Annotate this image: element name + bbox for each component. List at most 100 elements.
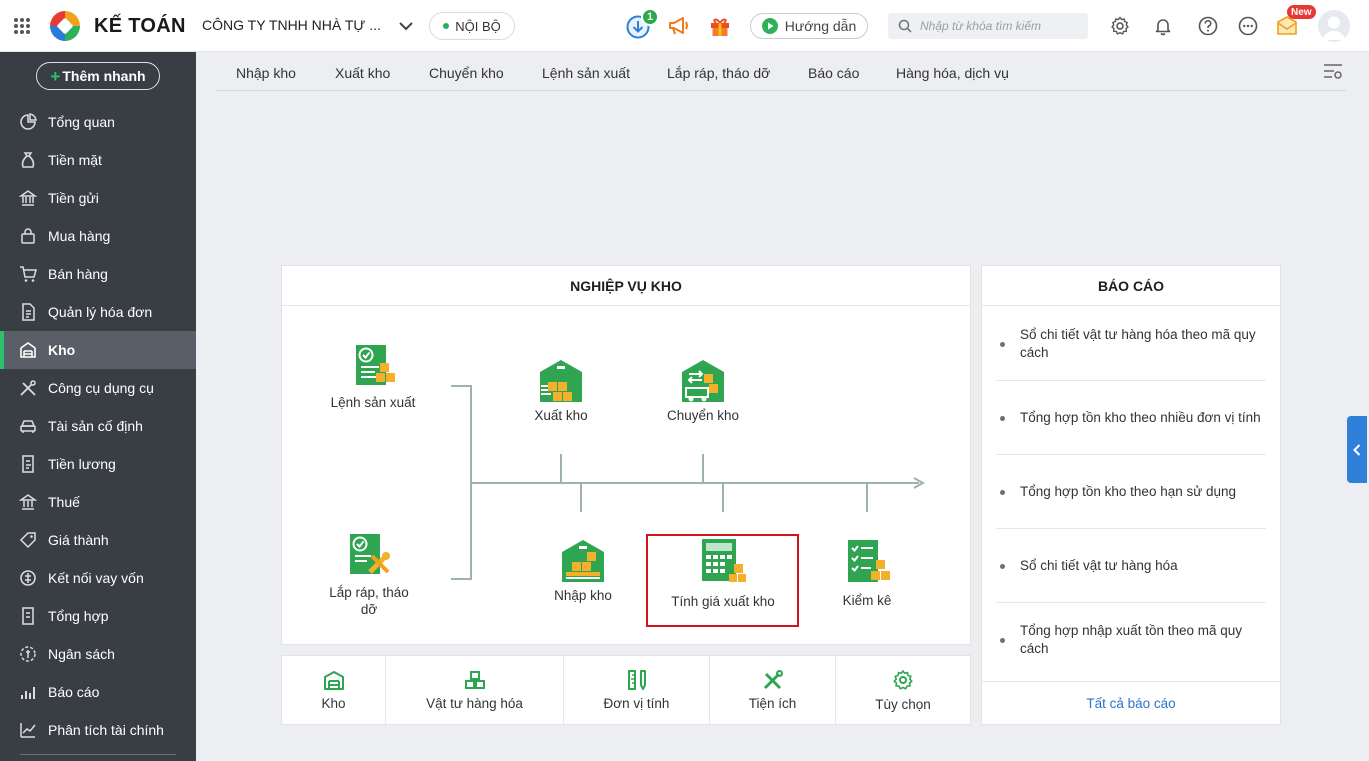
operations-title: NGHIỆP VỤ KHO (282, 266, 970, 306)
report-link[interactable]: Sổ chi tiết vật tư hàng hóa theo mã quy … (996, 307, 1266, 381)
avatar[interactable] (1318, 10, 1350, 42)
warehouse-transfer-icon (682, 360, 724, 402)
tab-bao-cao[interactable]: Báo cáo (808, 65, 859, 81)
shortcut-utilities[interactable]: Tiện ích (710, 656, 836, 724)
brand-name: KẾ TOÁN (94, 15, 186, 37)
sidebar-item[interactable]: Tổng quan (0, 103, 196, 141)
shortcuts-panel: Kho Vật tư hàng hóa Đơn vị tính Tiện ích… (281, 655, 971, 725)
flow-line (471, 482, 919, 484)
tab-settings-icon[interactable] (1323, 62, 1345, 82)
scope-label: NỘI BỘ (455, 18, 501, 34)
company-name[interactable]: CÔNG TY TNHH NHÀ TỰ ... (202, 17, 381, 33)
sidebar-item[interactable]: Mua hàng (0, 217, 196, 255)
report-link[interactable]: Sổ chi tiết vật tư hàng hóa (996, 529, 1266, 603)
sidebar-item[interactable]: Kho (0, 331, 196, 369)
sidebar-item-label: Tổng quan (48, 114, 115, 130)
tab-chuyen-kho[interactable]: Chuyển kho (429, 65, 504, 81)
sidebar-item[interactable]: Giá thành (0, 521, 196, 559)
sidebar-item-label: Quản lý hóa đơn (48, 304, 153, 320)
more-options-icon[interactable] (1237, 15, 1259, 37)
logo-icon[interactable] (48, 9, 82, 43)
sidebar-item[interactable]: Ngân sách (0, 635, 196, 673)
quick-add-label: Thêm nhanh (62, 68, 146, 84)
shortcut-materials[interactable]: Vật tư hàng hóa (386, 656, 564, 724)
reports-title: BÁO CÁO (982, 266, 1280, 306)
assembly-operation[interactable]: Lắp ráp, tháo dỡ (320, 532, 418, 618)
price-tag-icon (18, 530, 38, 550)
report-link[interactable]: Tổng hợp tồn kho theo hạn sử dụng (996, 455, 1266, 529)
sidebar-item-label: Giá thành (48, 532, 109, 548)
production-order-label: Lệnh sản xuất (330, 395, 416, 410)
transfer-operation[interactable]: Chuyển kho (660, 358, 746, 423)
report-link[interactable]: Tổng hợp tồn kho theo nhiều đơn vị tính (996, 381, 1266, 455)
inventory-check-label: Kiểm kê (842, 593, 892, 608)
gear-icon (893, 669, 913, 690)
inventory-check-operation[interactable]: Kiểm kê (830, 538, 904, 608)
quick-add-button[interactable]: + Thêm nhanh (36, 62, 160, 90)
sidebar-item[interactable]: Thuế (0, 483, 196, 521)
shortcut-options[interactable]: Tùy chọn (836, 656, 970, 724)
sidebar: + Thêm nhanh Tổng quan Tiền mặt Tiền gửi Mu… (0, 52, 196, 761)
sidebar-item-label: Tổng hợp (48, 608, 109, 624)
megaphone-icon[interactable] (666, 14, 692, 38)
search-box[interactable] (888, 13, 1088, 39)
shortcut-units[interactable]: Đơn vị tính (564, 656, 710, 724)
sidebar-item[interactable]: Tiền mặt (0, 141, 196, 179)
tools-icon (18, 378, 38, 398)
payroll-icon (18, 454, 38, 474)
production-order-operation[interactable]: Lệnh sản xuất (323, 343, 423, 410)
flow-line (451, 578, 471, 580)
guide-button[interactable]: Hướng dẫn (750, 13, 868, 39)
bell-icon[interactable] (1152, 15, 1174, 37)
search-input[interactable] (920, 19, 1080, 33)
sidebar-item[interactable]: Tổng hợp (0, 597, 196, 635)
sidebar-item-label: Báo cáo (48, 684, 100, 700)
ruler-icon (627, 669, 646, 690)
shortcut-warehouse[interactable]: Kho (282, 656, 386, 724)
tab-lenh-san-xuat[interactable]: Lệnh sản xuất (542, 65, 630, 81)
sidebar-item[interactable]: Bán hàng (0, 255, 196, 293)
plus-icon: + (50, 66, 61, 86)
gift-icon[interactable] (707, 13, 733, 39)
tab-hang-hoa[interactable]: Hàng hóa, dịch vụ (896, 65, 1009, 81)
sidebar-item[interactable]: Phân tích tài chính (0, 711, 196, 749)
sidebar-item[interactable]: Báo cáo (0, 673, 196, 711)
export-operation[interactable]: Xuất kho (520, 358, 602, 423)
sidebar-item-label: Tài sản cố định (48, 418, 143, 434)
warehouse-import-icon (562, 540, 604, 582)
search-icon (898, 19, 912, 33)
sidebar-item[interactable]: Tiền lương (0, 445, 196, 483)
gear-icon[interactable] (1109, 15, 1131, 37)
sidebar-item[interactable]: Công cụ dụng cụ (0, 369, 196, 407)
collapse-panel-button[interactable] (1347, 416, 1367, 483)
help-icon[interactable] (1197, 15, 1219, 37)
app-grid-icon[interactable] (12, 16, 32, 36)
flow-line (702, 454, 704, 483)
analysis-icon (18, 720, 38, 740)
scope-selector[interactable]: NỘI BỘ (429, 12, 515, 40)
flow-line (451, 385, 471, 387)
assembly-label: Lắp ráp, tháo dỡ (329, 585, 409, 617)
cart-icon (18, 264, 38, 284)
tab-lap-rap[interactable]: Lắp ráp, tháo dỡ (667, 65, 770, 81)
sidebar-item[interactable]: Kết nối vay vốn (0, 559, 196, 597)
tax-icon (18, 492, 38, 512)
transfer-label: Chuyển kho (666, 408, 740, 423)
sidebar-item-label: Công cụ dụng cụ (48, 380, 154, 396)
import-operation[interactable]: Nhập kho (543, 538, 623, 603)
all-reports-link[interactable]: Tất cả báo cáo (982, 681, 1280, 725)
sidebar-nav: Tổng quan Tiền mặt Tiền gửi Mua hàng Bán hàn… (0, 103, 196, 749)
top-bar: KẾ TOÁN CÔNG TY TNHH NHÀ TỰ ... NỘI BỘ 1 (0, 0, 1369, 52)
chevron-left-icon (1353, 443, 1361, 456)
sidebar-item[interactable]: Quản lý hóa đơn (0, 293, 196, 331)
tab-xuat-kho[interactable]: Xuất kho (335, 65, 390, 81)
report-link[interactable]: Tổng hợp nhập xuất tồn theo mã quy cách (996, 603, 1266, 677)
shortcut-label: Đơn vị tính (603, 695, 670, 711)
production-order-icon (356, 345, 395, 385)
sidebar-item[interactable]: Tiền gửi (0, 179, 196, 217)
budget-icon (18, 644, 38, 664)
sidebar-item[interactable]: Tài sản cố định (0, 407, 196, 445)
tab-nhap-kho[interactable]: Nhập kho (236, 65, 296, 81)
tools-icon (763, 669, 783, 689)
chevron-down-icon[interactable] (396, 16, 416, 36)
